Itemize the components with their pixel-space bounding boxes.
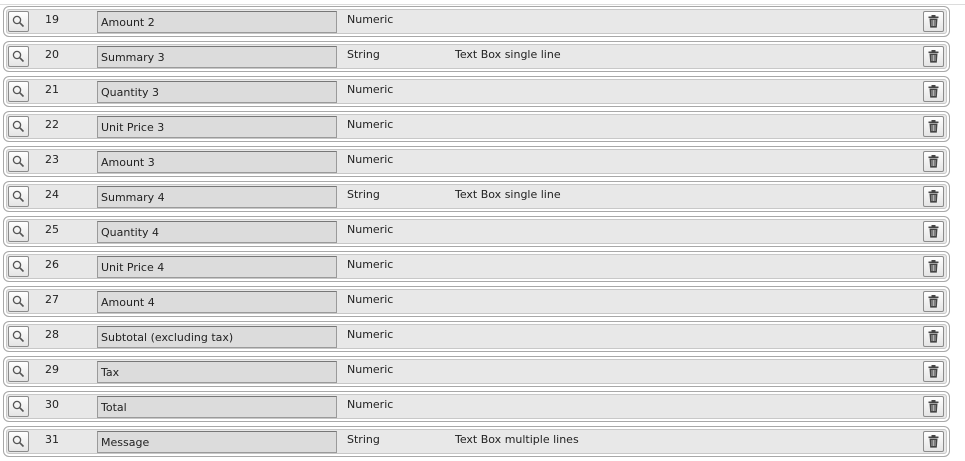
trash-icon[interactable] [923, 151, 944, 172]
field-row: 23 Amount 3 Numeric [3, 146, 950, 177]
field-row: 21 Quantity 3 Numeric [3, 76, 950, 107]
field-type: Numeric [347, 83, 394, 96]
magnifier-icon[interactable] [8, 151, 29, 172]
field-name-input[interactable]: Total [97, 396, 337, 418]
field-name-input[interactable]: Tax [97, 361, 337, 383]
magnifier-icon[interactable] [8, 431, 29, 452]
field-number: 19 [45, 13, 59, 26]
magnifier-icon[interactable] [8, 221, 29, 242]
field-row: 31 Message String Text Box multiple line… [3, 426, 950, 457]
field-number: 31 [45, 433, 59, 446]
field-name-input[interactable]: Unit Price 4 [97, 256, 337, 278]
trash-icon[interactable] [923, 46, 944, 67]
field-name-input[interactable]: Summary 3 [97, 46, 337, 68]
field-row: 28 Subtotal (excluding tax) Numeric [3, 321, 950, 352]
field-number: 30 [45, 398, 59, 411]
trash-icon[interactable] [923, 361, 944, 382]
field-type: String [347, 188, 380, 201]
field-row: 30 Total Numeric [3, 391, 950, 422]
trash-icon[interactable] [923, 396, 944, 417]
trash-icon[interactable] [923, 431, 944, 452]
field-row: 20 Summary 3 String Text Box single line [3, 41, 950, 72]
field-name-input[interactable]: Amount 3 [97, 151, 337, 173]
field-name-input[interactable]: Quantity 4 [97, 221, 337, 243]
magnifier-icon[interactable] [8, 361, 29, 382]
field-number: 23 [45, 153, 59, 166]
field-type: Numeric [347, 258, 394, 271]
field-number: 27 [45, 293, 59, 306]
field-number: 22 [45, 118, 59, 131]
trash-icon[interactable] [923, 326, 944, 347]
field-name-input[interactable]: Unit Price 3 [97, 116, 337, 138]
field-row: 19 Amount 2 Numeric [3, 6, 950, 37]
magnifier-icon[interactable] [8, 186, 29, 207]
field-type: Numeric [347, 153, 394, 166]
field-type: String [347, 433, 380, 446]
field-type: Numeric [347, 293, 394, 306]
field-name-input[interactable]: Amount 2 [97, 11, 337, 33]
field-name-input[interactable]: Summary 4 [97, 186, 337, 208]
field-number: 28 [45, 328, 59, 341]
field-type: Numeric [347, 328, 394, 341]
top-divider [0, 0, 965, 5]
field-type: Numeric [347, 363, 394, 376]
trash-icon[interactable] [923, 291, 944, 312]
trash-icon[interactable] [923, 116, 944, 137]
field-control-type: Text Box single line [455, 48, 561, 61]
field-number: 26 [45, 258, 59, 271]
magnifier-icon[interactable] [8, 81, 29, 102]
field-row: 27 Amount 4 Numeric [3, 286, 950, 317]
field-row: 22 Unit Price 3 Numeric [3, 111, 950, 142]
field-row: 29 Tax Numeric [3, 356, 950, 387]
field-type: Numeric [347, 13, 394, 26]
field-number: 20 [45, 48, 59, 61]
field-number: 25 [45, 223, 59, 236]
field-number: 24 [45, 188, 59, 201]
field-name-input[interactable]: Subtotal (excluding tax) [97, 326, 337, 348]
magnifier-icon[interactable] [8, 46, 29, 67]
magnifier-icon[interactable] [8, 291, 29, 312]
trash-icon[interactable] [923, 11, 944, 32]
field-row: 25 Quantity 4 Numeric [3, 216, 950, 247]
magnifier-icon[interactable] [8, 396, 29, 417]
field-name-input[interactable]: Amount 4 [97, 291, 337, 313]
field-control-type: Text Box multiple lines [455, 433, 579, 446]
field-type: String [347, 48, 380, 61]
field-number: 21 [45, 83, 59, 96]
field-number: 29 [45, 363, 59, 376]
trash-icon[interactable] [923, 186, 944, 207]
field-control-type: Text Box single line [455, 188, 561, 201]
field-row: 26 Unit Price 4 Numeric [3, 251, 950, 282]
field-row: 24 Summary 4 String Text Box single line [3, 181, 950, 212]
magnifier-icon[interactable] [8, 326, 29, 347]
magnifier-icon[interactable] [8, 11, 29, 32]
field-name-input[interactable]: Quantity 3 [97, 81, 337, 103]
trash-icon[interactable] [923, 81, 944, 102]
field-list: 19 Amount 2 Numeric 20 Summary 3 String … [3, 6, 950, 461]
magnifier-icon[interactable] [8, 116, 29, 137]
field-name-input[interactable]: Message [97, 431, 337, 453]
trash-icon[interactable] [923, 221, 944, 242]
field-type: Numeric [347, 398, 394, 411]
field-type: Numeric [347, 118, 394, 131]
field-type: Numeric [347, 223, 394, 236]
trash-icon[interactable] [923, 256, 944, 277]
magnifier-icon[interactable] [8, 256, 29, 277]
